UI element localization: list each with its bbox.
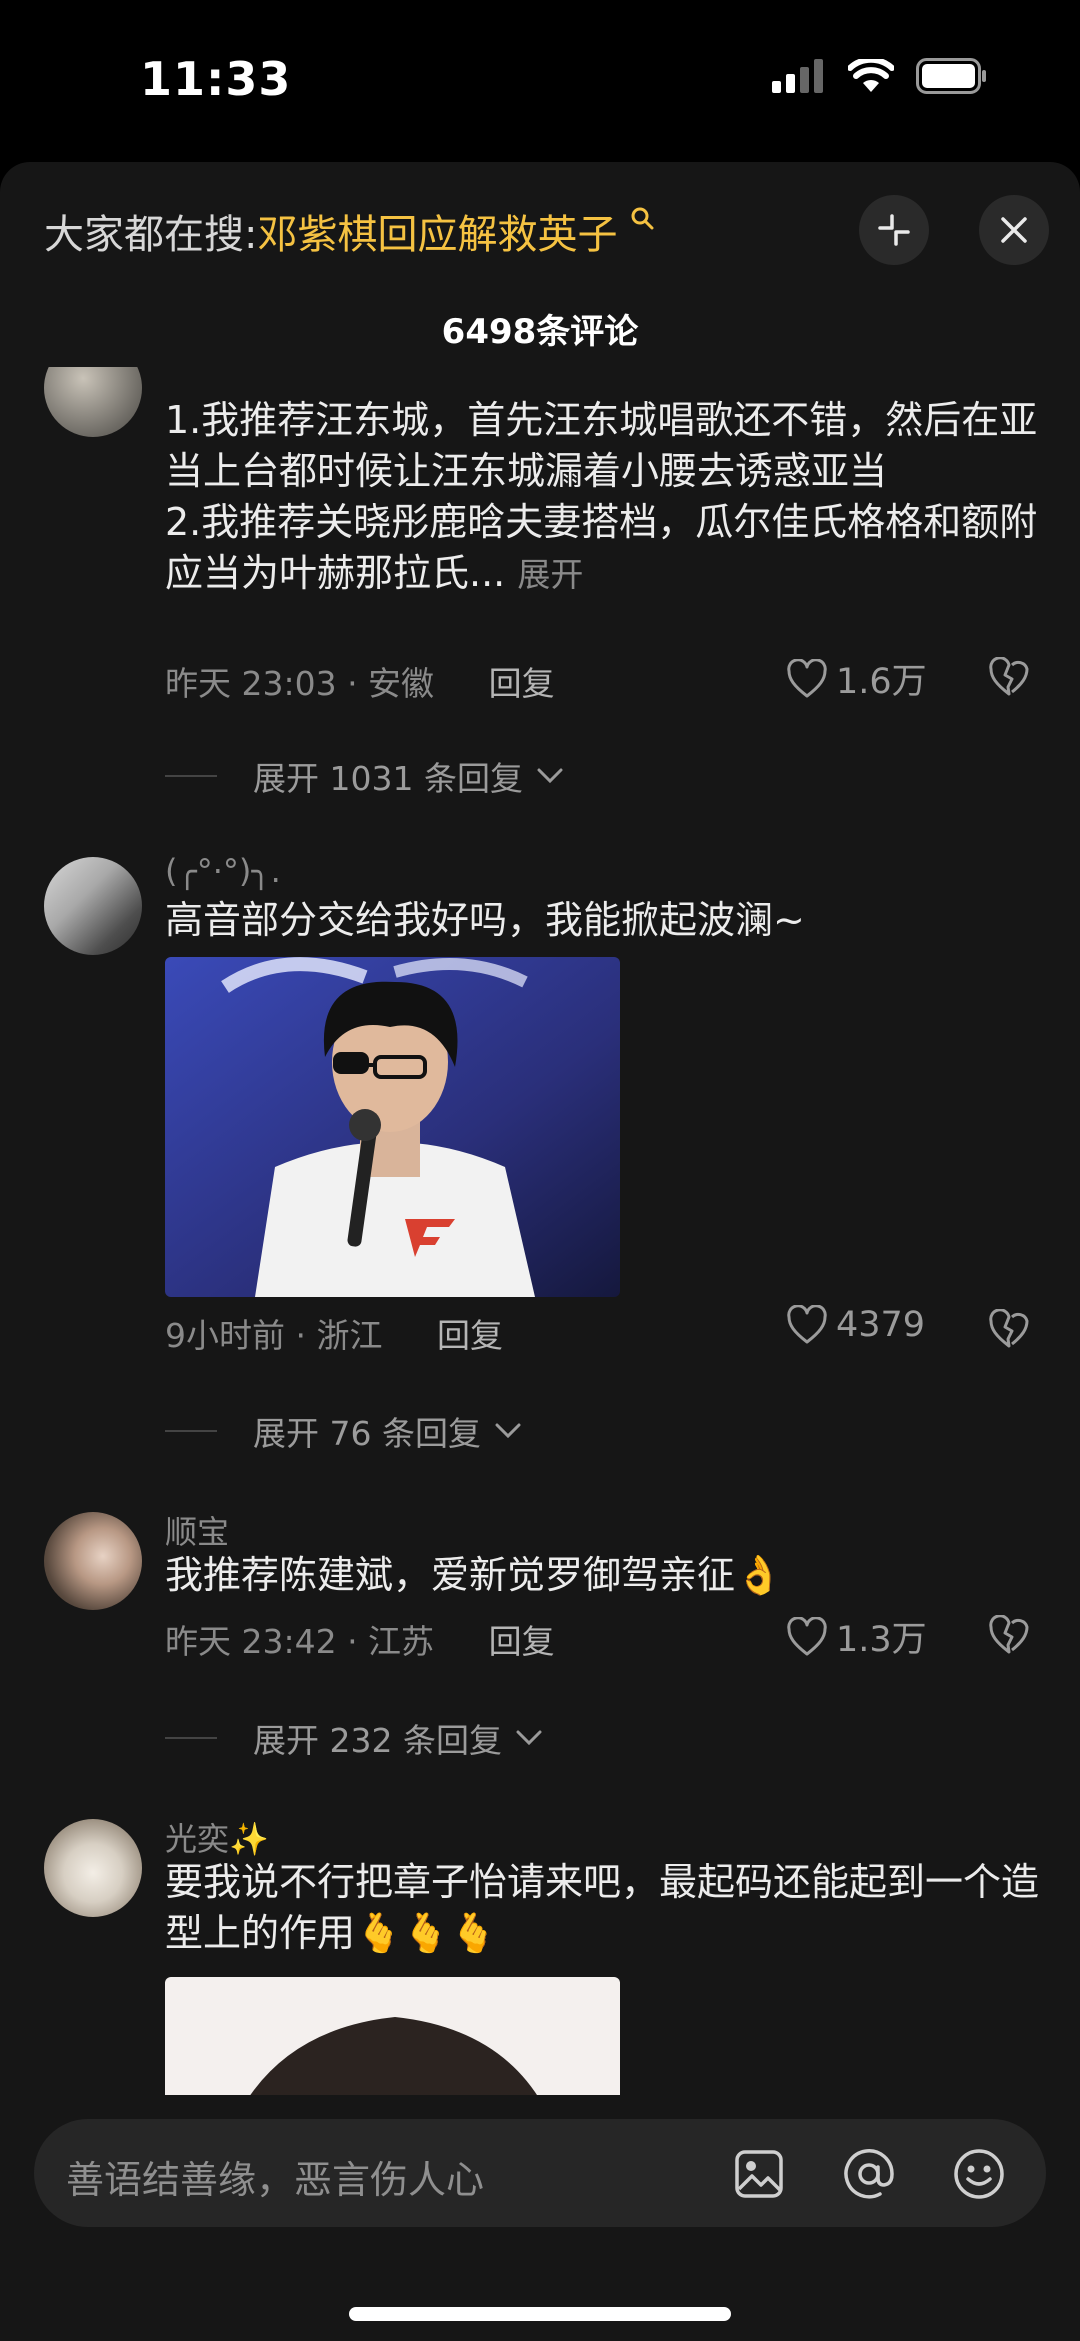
like-count: 4379 xyxy=(836,1305,926,1345)
status-time: 11:33 xyxy=(140,52,292,106)
dislike-button[interactable] xyxy=(988,1308,1030,1353)
expand-replies-button[interactable]: 展开 232 条回复 xyxy=(165,1714,542,1762)
chevron-down-icon xyxy=(495,1423,521,1439)
close-button[interactable] xyxy=(979,195,1049,265)
comment-text: 要我说不行把章子怡请来吧，最起码还能起到一个造型上的作用🫰🫰🫰 xyxy=(165,1860,1040,1955)
reply-button[interactable]: 回复 xyxy=(489,1622,555,1661)
heart-icon xyxy=(787,658,827,697)
comment-time-location: 9小时前 · 浙江 xyxy=(165,1316,383,1355)
dislike-button[interactable] xyxy=(988,1614,1030,1659)
reply-button[interactable]: 回复 xyxy=(437,1316,503,1355)
search-icon xyxy=(631,207,654,230)
expand-replies-label: 展开 1031 条回复 xyxy=(253,759,523,798)
username[interactable]: 光奕✨ xyxy=(165,1814,269,1860)
trending-search-keyword[interactable]: 邓紫棋回应解救英子 xyxy=(257,212,617,258)
close-icon xyxy=(1001,217,1027,243)
wifi-icon xyxy=(848,59,894,92)
trending-search[interactable]: 大家都在搜:邓紫棋回应解救英子 xyxy=(44,202,654,260)
comments-sheet: 大家都在搜:邓紫棋回应解救英子 6498条评论 1.我推荐汪东城，首先汪东城唱歌… xyxy=(0,162,1080,2341)
broken-heart-icon xyxy=(989,656,1029,696)
like-button[interactable]: 1.6万 xyxy=(786,653,927,704)
comment-input-bar: 善语结善缘，恶言伤人心 xyxy=(0,2095,1080,2341)
like-count: 1.3万 xyxy=(836,1620,927,1660)
expand-replies-button[interactable]: 展开 76 条回复 xyxy=(165,1407,521,1455)
comment-meta: 昨天 23:42 · 江苏 回复 xyxy=(165,1615,555,1663)
like-count: 1.6万 xyxy=(836,662,927,702)
performer-photo xyxy=(165,957,620,1297)
comment-input[interactable]: 善语结善缘，恶言伤人心 xyxy=(34,2119,1046,2227)
collapse-button[interactable] xyxy=(859,195,929,265)
chevron-down-icon xyxy=(516,1730,542,1746)
divider xyxy=(165,775,217,777)
comment-list[interactable]: 1.我推荐汪东城，首先汪东城唱歌还不错，然后在亚当上台都时候让汪东城漏着小腰去诱… xyxy=(0,367,1080,2257)
status-icons xyxy=(772,58,988,94)
heart-icon xyxy=(787,1616,827,1655)
battery-icon xyxy=(916,58,986,94)
comment-text: 我推荐陈建斌，爱新觉罗御驾亲征👌 xyxy=(165,1553,783,1597)
avatar[interactable] xyxy=(44,1819,142,1917)
username[interactable]: 顺宝 xyxy=(165,1507,229,1553)
comment-image[interactable] xyxy=(165,957,620,1297)
trending-search-label: 大家都在搜: xyxy=(44,212,258,258)
like-button[interactable]: 4379 xyxy=(786,1305,925,1345)
dislike-button[interactable] xyxy=(988,656,1030,701)
avatar[interactable] xyxy=(44,1512,142,1610)
avatar[interactable] xyxy=(44,367,142,437)
collapse-icon xyxy=(878,214,910,246)
emoji-icon[interactable] xyxy=(952,2147,1006,2201)
reply-button[interactable]: 回复 xyxy=(489,664,555,703)
comment-body: 1.我推荐汪东城，首先汪东城唱歌还不错，然后在亚当上台都时候让汪东城漏着小腰去诱… xyxy=(165,398,1038,595)
expand-replies-button[interactable]: 展开 1031 条回复 xyxy=(165,752,563,800)
broken-heart-icon xyxy=(989,1308,1029,1348)
expand-text-link[interactable]: 展开 xyxy=(517,555,583,594)
broken-heart-icon xyxy=(989,1614,1029,1654)
comment-time-location: 昨天 23:03 · 安徽 xyxy=(165,664,435,703)
like-button[interactable]: 1.3万 xyxy=(786,1611,927,1662)
comment-meta: 昨天 23:03 · 安徽 回复 xyxy=(165,657,555,705)
avatar[interactable] xyxy=(44,857,142,955)
image-icon[interactable] xyxy=(734,2149,784,2199)
expand-replies-label: 展开 76 条回复 xyxy=(253,1414,481,1453)
at-icon[interactable] xyxy=(842,2147,896,2201)
comment-text: 高音部分交给我好吗，我能掀起波澜~ xyxy=(165,898,805,942)
chevron-down-icon xyxy=(537,768,563,784)
heart-icon xyxy=(787,1305,827,1344)
comment-text: 1.我推荐汪东城，首先汪东城唱歌还不错，然后在亚当上台都时候让汪东城漏着小腰去诱… xyxy=(165,395,1045,600)
home-indicator[interactable] xyxy=(349,2307,731,2321)
comment-meta: 9小时前 · 浙江 回复 xyxy=(165,1309,503,1357)
divider xyxy=(165,1430,217,1432)
comment-time-location: 昨天 23:42 · 江苏 xyxy=(165,1622,435,1661)
divider xyxy=(165,1737,217,1739)
expand-replies-label: 展开 232 条回复 xyxy=(253,1721,502,1760)
comment-input-placeholder: 善语结善缘，恶言伤人心 xyxy=(66,2158,485,2202)
signal-icon xyxy=(772,59,823,93)
comment-count-title: 6498条评论 xyxy=(441,312,639,352)
username[interactable]: (╭°·°)╮. xyxy=(165,852,281,890)
